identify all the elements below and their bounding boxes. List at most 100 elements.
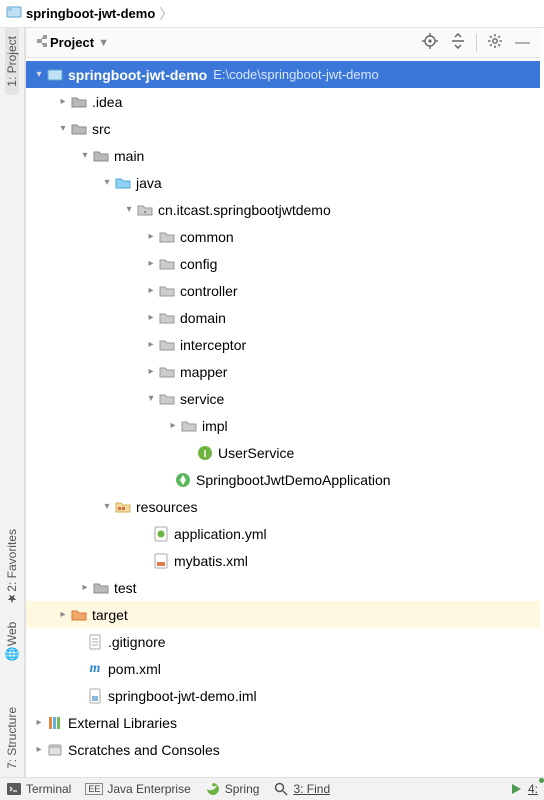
expand-arrow-icon[interactable]: ▸ bbox=[78, 582, 92, 593]
tree-node-domain[interactable]: ▸ domain bbox=[26, 304, 540, 331]
package-icon bbox=[158, 363, 176, 381]
expand-arrow-icon[interactable]: ▾ bbox=[32, 69, 46, 80]
strip-project[interactable]: 1: Project bbox=[5, 28, 19, 95]
chevron-down-icon: ▼ bbox=[98, 37, 109, 49]
expand-arrow-icon[interactable]: ▾ bbox=[100, 177, 114, 188]
expand-arrow-icon[interactable]: ▸ bbox=[56, 96, 70, 107]
tree-node-test[interactable]: ▸ test bbox=[26, 574, 540, 601]
node-label: resources bbox=[136, 499, 197, 515]
expand-arrow-icon[interactable]: ▸ bbox=[166, 420, 180, 431]
tree-node-scratches[interactable]: ▸ Scratches and Consoles bbox=[26, 736, 540, 763]
tree-node-package[interactable]: ▾ cn.itcast.springbootjwtdemo bbox=[26, 196, 540, 223]
strip-favorites[interactable]: ★ 2: Favorites bbox=[5, 521, 19, 614]
tree-node-src[interactable]: ▾ src bbox=[26, 115, 540, 142]
tree-node-impl[interactable]: ▸ impl bbox=[26, 412, 540, 439]
strip-structure[interactable]: 7: Structure bbox=[5, 699, 19, 777]
node-label: cn.itcast.springbootjwtdemo bbox=[158, 202, 331, 218]
xml-file-icon bbox=[152, 552, 170, 570]
node-label: target bbox=[92, 607, 128, 623]
breadcrumb-project[interactable]: springboot-jwt-demo bbox=[26, 6, 155, 21]
tree-node-target[interactable]: ▸ target bbox=[26, 601, 540, 628]
bottom-terminal[interactable]: Terminal bbox=[6, 781, 71, 797]
excluded-folder-icon bbox=[70, 606, 88, 624]
expand-arrow-icon[interactable]: ▸ bbox=[144, 231, 158, 242]
locate-icon[interactable] bbox=[420, 31, 440, 55]
collapse-all-icon[interactable] bbox=[448, 31, 468, 55]
spring-config-icon bbox=[152, 525, 170, 543]
package-icon bbox=[136, 201, 154, 219]
node-label: java bbox=[136, 175, 162, 191]
tree-node-idea[interactable]: ▸ .idea bbox=[26, 88, 540, 115]
file-icon bbox=[86, 633, 104, 651]
tree-node-external-libs[interactable]: ▸ External Libraries bbox=[26, 709, 540, 736]
node-label: .gitignore bbox=[108, 634, 166, 650]
expand-arrow-icon[interactable]: ▾ bbox=[122, 204, 136, 215]
tree-node-iml[interactable]: springboot-jwt-demo.iml bbox=[26, 682, 540, 709]
expand-arrow-icon[interactable]: ▾ bbox=[78, 150, 92, 161]
ee-icon: EE bbox=[85, 783, 103, 795]
strip-web[interactable]: 🌐 Web bbox=[5, 614, 19, 669]
node-label: test bbox=[114, 580, 137, 596]
node-label: main bbox=[114, 148, 144, 164]
tree-node-main[interactable]: ▾ main bbox=[26, 142, 540, 169]
expand-arrow-icon[interactable]: ▾ bbox=[56, 123, 70, 134]
svg-text:I: I bbox=[204, 449, 207, 460]
node-label: mybatis.xml bbox=[174, 553, 248, 569]
project-tree[interactable]: ▾ springboot-jwt-demo E:\code\springboot… bbox=[26, 58, 540, 777]
expand-arrow-icon[interactable]: ▸ bbox=[56, 609, 70, 620]
expand-arrow-icon[interactable]: ▸ bbox=[32, 717, 46, 728]
interface-icon: I bbox=[196, 444, 214, 462]
tree-node-pom[interactable]: m pom.xml bbox=[26, 655, 540, 682]
spring-icon bbox=[205, 781, 221, 797]
tree-node-resources[interactable]: ▾ resources bbox=[26, 493, 540, 520]
bottom-run[interactable]: 4: bbox=[508, 781, 538, 797]
tree-node-java[interactable]: ▾ java bbox=[26, 169, 540, 196]
node-path: E:\code\springboot-jwt-demo bbox=[213, 67, 378, 82]
project-view-selector[interactable]: Project ▼ bbox=[34, 33, 109, 52]
gear-icon[interactable] bbox=[485, 31, 505, 55]
package-icon bbox=[180, 417, 198, 435]
module-icon bbox=[6, 4, 22, 23]
tree-node-gitignore[interactable]: .gitignore bbox=[26, 628, 540, 655]
expand-arrow-icon[interactable]: ▾ bbox=[144, 393, 158, 404]
node-label: application.yml bbox=[174, 526, 267, 542]
node-label: impl bbox=[202, 418, 228, 434]
tree-node-mybatis-xml[interactable]: mybatis.xml bbox=[26, 547, 540, 574]
folder-icon bbox=[92, 147, 110, 165]
module-file-icon bbox=[86, 687, 104, 705]
tree-node-application-yml[interactable]: application.yml bbox=[26, 520, 540, 547]
breadcrumb: springboot-jwt-demo 〉 bbox=[0, 0, 544, 28]
node-label: External Libraries bbox=[68, 715, 177, 731]
bottom-java-enterprise[interactable]: EE Java Enterprise bbox=[85, 782, 190, 796]
expand-arrow-icon[interactable]: ▸ bbox=[32, 744, 46, 755]
tree-root[interactable]: ▾ springboot-jwt-demo E:\code\springboot… bbox=[26, 61, 540, 88]
bottom-find[interactable]: 3: Find bbox=[273, 781, 330, 797]
expand-arrow-icon[interactable]: ▸ bbox=[144, 258, 158, 269]
folder-icon bbox=[70, 120, 88, 138]
left-tool-strip: 1: Project ★ 2: Favorites 🌐 Web 7: Struc… bbox=[0, 28, 25, 777]
minimize-icon[interactable]: — bbox=[513, 32, 532, 53]
tree-node-mapper[interactable]: ▸ mapper bbox=[26, 358, 540, 385]
node-label: mapper bbox=[180, 364, 227, 380]
package-icon bbox=[158, 390, 176, 408]
search-icon bbox=[273, 781, 289, 797]
expand-arrow-icon[interactable]: ▸ bbox=[144, 312, 158, 323]
tree-node-interceptor[interactable]: ▸ interceptor bbox=[26, 331, 540, 358]
module-icon bbox=[46, 66, 64, 84]
separator bbox=[476, 34, 477, 52]
tree-node-common[interactable]: ▸ common bbox=[26, 223, 540, 250]
tree-node-controller[interactable]: ▸ controller bbox=[26, 277, 540, 304]
node-label: Scratches and Consoles bbox=[68, 742, 220, 758]
expand-arrow-icon[interactable]: ▸ bbox=[144, 339, 158, 350]
bottom-spring[interactable]: Spring bbox=[205, 781, 260, 797]
tree-node-config[interactable]: ▸ config bbox=[26, 250, 540, 277]
tree-node-service[interactable]: ▾ service bbox=[26, 385, 540, 412]
node-label: service bbox=[180, 391, 224, 407]
expand-arrow-icon[interactable]: ▾ bbox=[100, 501, 114, 512]
expand-arrow-icon[interactable]: ▸ bbox=[144, 366, 158, 377]
node-label: SpringbootJwtDemoApplication bbox=[196, 472, 391, 488]
tree-node-app-class[interactable]: SpringbootJwtDemoApplication bbox=[26, 466, 540, 493]
node-label: springboot-jwt-demo.iml bbox=[108, 688, 257, 704]
tree-node-userservice[interactable]: I UserService bbox=[26, 439, 540, 466]
expand-arrow-icon[interactable]: ▸ bbox=[144, 285, 158, 296]
